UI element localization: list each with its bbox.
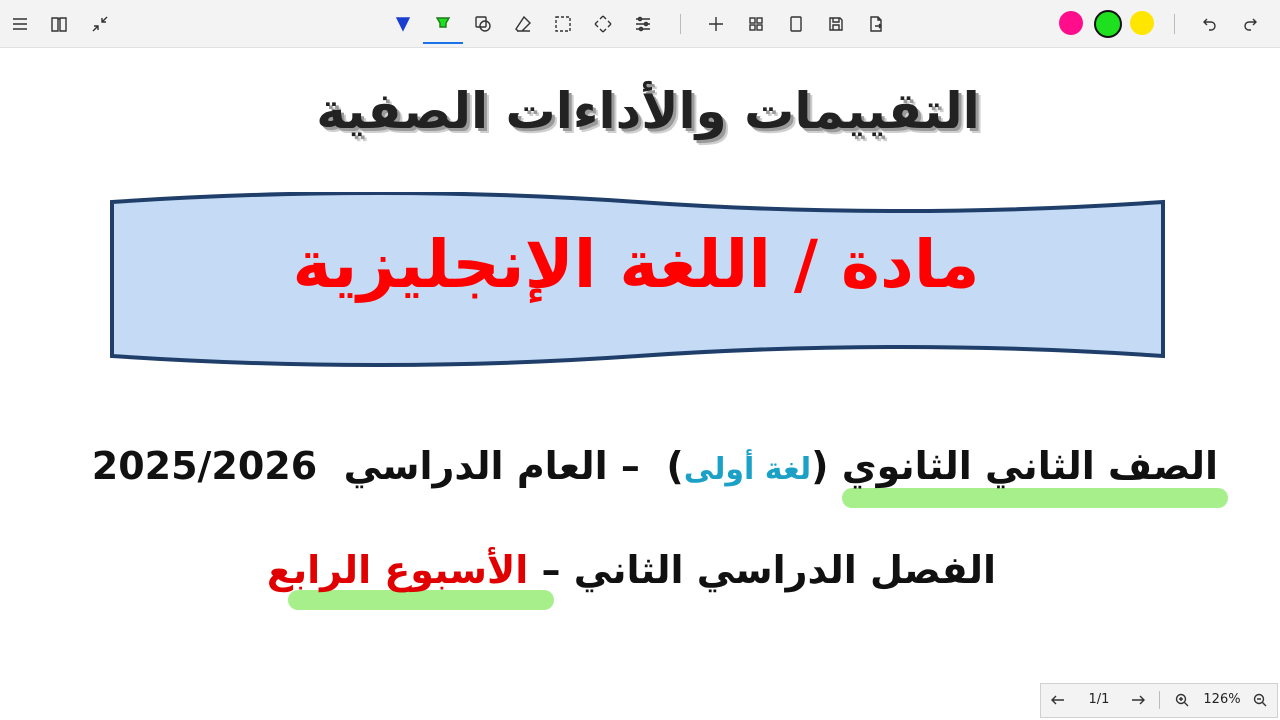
save-button[interactable] <box>818 6 854 42</box>
eraser-icon <box>515 15 531 32</box>
menu-icon <box>13 18 27 30</box>
lasso-select-icon <box>555 16 571 32</box>
pink-color-swatch[interactable] <box>1059 11 1083 35</box>
add-button[interactable] <box>698 6 734 42</box>
line1-dash: – <box>620 444 640 488</box>
grid-view-button[interactable] <box>738 6 774 42</box>
pen-tool-button[interactable] <box>385 6 421 42</box>
grade-text: الصف الثاني الثانوي <box>841 444 1218 488</box>
toolbar-divider <box>680 14 681 34</box>
green-color-swatch[interactable] <box>1094 10 1122 38</box>
pen-icon <box>395 17 411 32</box>
settings-sliders-icon <box>636 16 650 32</box>
export-button[interactable] <box>858 6 894 42</box>
shapes-tool-button[interactable] <box>465 6 501 42</box>
export-icon <box>870 16 882 32</box>
zoom-level: 126% <box>1203 692 1241 707</box>
redo-icon <box>1244 18 1257 31</box>
grade-highlight <box>842 488 1228 508</box>
yellow-color-swatch[interactable] <box>1130 11 1154 35</box>
book-icon <box>51 17 67 32</box>
week-text: الأسبوع الرابع <box>266 548 529 592</box>
previous-page-button[interactable] <box>1045 688 1071 712</box>
shapes-icon <box>475 16 491 32</box>
page-navigation-bar: 1/1 126% <box>1040 683 1278 718</box>
move-tool-button[interactable] <box>585 6 621 42</box>
eraser-tool-button[interactable] <box>505 6 541 42</box>
add-icon <box>709 17 723 31</box>
collapse-icon <box>92 16 108 32</box>
arrow-left-icon <box>1051 695 1064 705</box>
arrow-right-icon <box>1132 695 1145 705</box>
line2-dash: – <box>541 548 561 592</box>
page-button[interactable] <box>778 6 814 42</box>
week-highlight <box>288 590 554 610</box>
next-page-button[interactable] <box>1125 688 1151 712</box>
highlighter-icon <box>435 17 451 28</box>
menu-button[interactable] <box>2 6 38 42</box>
document-page: التقييمات والأداءات الصفية مادة / اللغة … <box>0 48 1280 720</box>
zoom-in-button[interactable] <box>1169 688 1195 712</box>
move-icon <box>594 15 612 33</box>
year-label: العام الدراسي <box>343 444 608 488</box>
open-paren: ( <box>811 444 829 488</box>
close-paren: ) <box>666 444 684 488</box>
highlighter-tool-button[interactable] <box>425 6 461 42</box>
page-icon <box>790 16 802 32</box>
active-tool-indicator <box>423 42 463 44</box>
term-week-line: الفصل الدراسي الثاني – الأسبوع الرابع <box>267 548 996 592</box>
settings-button[interactable] <box>625 6 661 42</box>
collapse-button[interactable] <box>82 6 118 42</box>
zoom-in-icon <box>1175 693 1189 707</box>
redo-button[interactable] <box>1232 6 1268 42</box>
toolbar <box>0 0 1280 48</box>
save-icon <box>829 17 843 31</box>
undo-icon <box>1203 18 1216 31</box>
zoom-out-button[interactable] <box>1247 688 1273 712</box>
reading-view-button[interactable] <box>41 6 77 42</box>
grade-year-line: الصف الثاني الثانوي (لغة أولى) – العام ا… <box>92 444 1218 488</box>
subject-banner-text: مادة / اللغة الإنجليزية <box>292 226 980 303</box>
page-indicator: 1/1 <box>1088 692 1110 707</box>
toolbar-divider <box>1174 14 1175 34</box>
zoom-out-icon <box>1253 693 1267 707</box>
page-title: التقييمات والأداءات الصفية <box>316 82 980 140</box>
grid-icon <box>749 17 763 31</box>
lasso-select-button[interactable] <box>545 6 581 42</box>
undo-button[interactable] <box>1192 6 1228 42</box>
pager-divider <box>1159 691 1160 709</box>
year-value: 2025/2026 <box>91 444 318 488</box>
language-label: لغة أولى <box>683 452 812 487</box>
term-text: الفصل الدراسي الثاني <box>573 548 996 592</box>
